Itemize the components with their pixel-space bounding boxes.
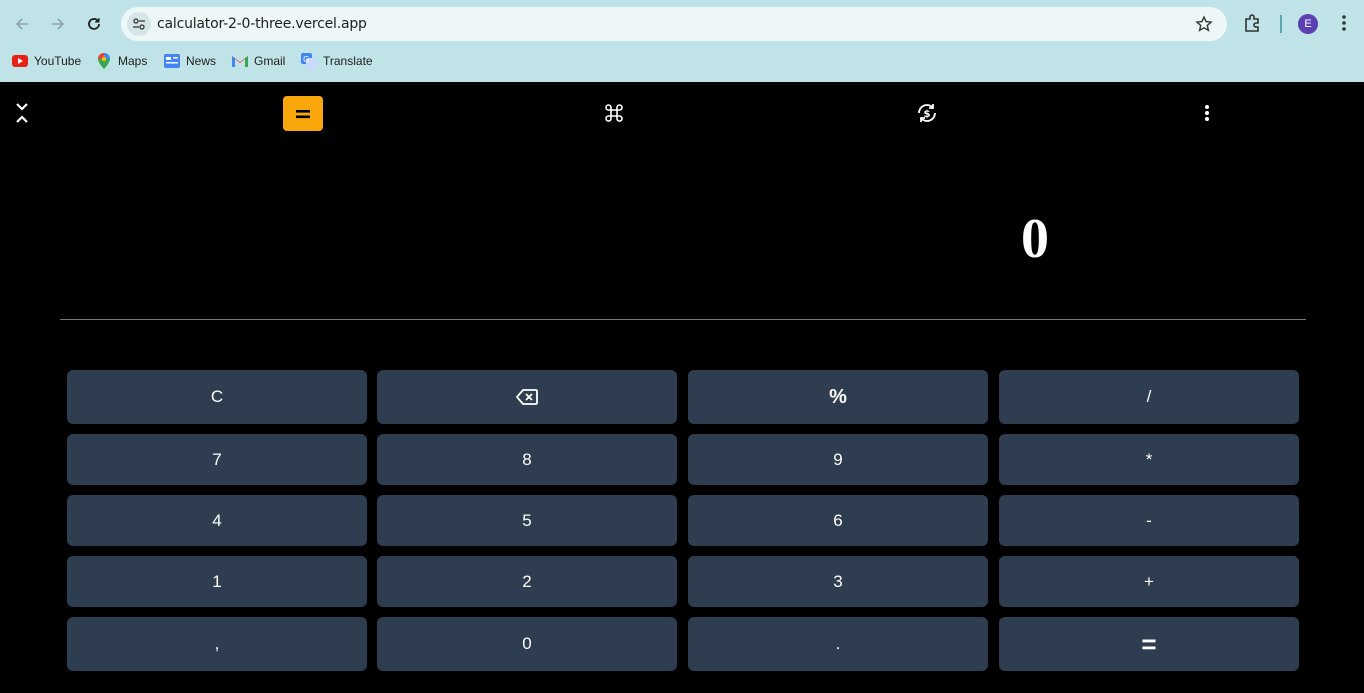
tune-icon (133, 18, 145, 30)
star-icon (1195, 15, 1213, 32)
programmer-mode-button[interactable] (603, 102, 625, 124)
divide-button[interactable]: / (999, 370, 1299, 424)
digit-1-button[interactable]: 1 (67, 556, 367, 607)
bookmarks-bar: YouTube Maps News Gmail G Translate (0, 48, 1364, 74)
display-divider (60, 319, 1306, 320)
news-icon (164, 53, 180, 69)
bookmark-youtube[interactable]: YouTube (12, 53, 81, 69)
browser-chrome: calculator-2-0-three.vercel.app E YouTub… (0, 0, 1364, 82)
clear-button[interactable]: C (67, 370, 367, 424)
minus-button[interactable]: - (999, 495, 1299, 546)
collapse-button[interactable] (12, 100, 32, 126)
bookmark-news[interactable]: News (164, 53, 216, 69)
bookmark-label: Maps (118, 54, 148, 68)
bookmark-label: Translate (323, 54, 373, 68)
equals-button[interactable]: = (999, 617, 1299, 671)
kebab-menu-icon (1205, 105, 1209, 121)
result-display: 0 (1021, 208, 1049, 270)
bookmark-label: News (186, 54, 217, 68)
svg-text:G: G (303, 55, 309, 64)
calculator-app: $ 0 C % / 7 8 9 * 4 5 6 - 1 2 3 + , 0 . … (0, 82, 1364, 693)
reload-button[interactable] (82, 12, 106, 36)
decimal-button[interactable]: . (688, 617, 988, 671)
toolbar-separator (1280, 15, 1282, 33)
youtube-icon (12, 53, 28, 69)
site-info-button[interactable] (127, 12, 151, 36)
reload-icon (88, 18, 100, 30)
digit-3-button[interactable]: 3 (688, 556, 988, 607)
back-button[interactable] (10, 12, 34, 36)
backspace-button[interactable] (377, 370, 677, 424)
browser-menu-button[interactable] (1334, 13, 1354, 38)
kebab-menu-icon (1342, 15, 1346, 31)
digit-4-button[interactable]: 4 (67, 495, 367, 546)
bookmark-label: Gmail (254, 54, 286, 68)
digit-0-button[interactable]: 0 (377, 617, 677, 671)
bookmark-gmail[interactable]: Gmail (232, 53, 285, 69)
digit-6-button[interactable]: 6 (688, 495, 988, 546)
bookmark-star-button[interactable] (1195, 15, 1213, 38)
address-bar[interactable]: calculator-2-0-three.vercel.app (121, 7, 1227, 41)
more-options-button[interactable] (1197, 102, 1217, 124)
forward-arrow-icon (52, 18, 65, 30)
digit-5-button[interactable]: 5 (377, 495, 677, 546)
svg-text:$: $ (924, 109, 931, 120)
backspace-icon (516, 389, 538, 405)
maps-icon (96, 53, 112, 69)
bookmark-maps[interactable]: Maps (96, 53, 147, 69)
browser-toolbar: calculator-2-0-three.vercel.app E (0, 0, 1364, 48)
url-text: calculator-2-0-three.vercel.app (157, 16, 367, 32)
extensions-button[interactable] (1243, 13, 1263, 38)
currency-exchange-icon: $ (918, 104, 936, 122)
calculator-mode-button[interactable] (283, 96, 323, 131)
comma-button[interactable]: , (67, 617, 367, 671)
digit-9-button[interactable]: 9 (688, 434, 988, 485)
digit-7-button[interactable]: 7 (67, 434, 367, 485)
profile-avatar[interactable]: E (1298, 14, 1318, 34)
digit-8-button[interactable]: 8 (377, 434, 677, 485)
gmail-icon (232, 53, 248, 69)
bookmark-translate[interactable]: G Translate (301, 53, 373, 69)
bookmark-label: YouTube (34, 54, 82, 68)
multiply-button[interactable]: * (999, 434, 1299, 485)
back-arrow-icon (15, 18, 28, 30)
currency-converter-button[interactable]: $ (915, 101, 939, 125)
collapse-chevrons-icon (16, 103, 28, 123)
equals-icon (296, 109, 310, 118)
digit-2-button[interactable]: 2 (377, 556, 677, 607)
percent-button[interactable]: % (688, 370, 988, 424)
forward-button[interactable] (46, 12, 70, 36)
plus-button[interactable]: + (999, 556, 1299, 607)
translate-icon: G (301, 53, 317, 69)
puzzle-icon (1245, 14, 1259, 32)
command-key-icon (605, 104, 623, 122)
